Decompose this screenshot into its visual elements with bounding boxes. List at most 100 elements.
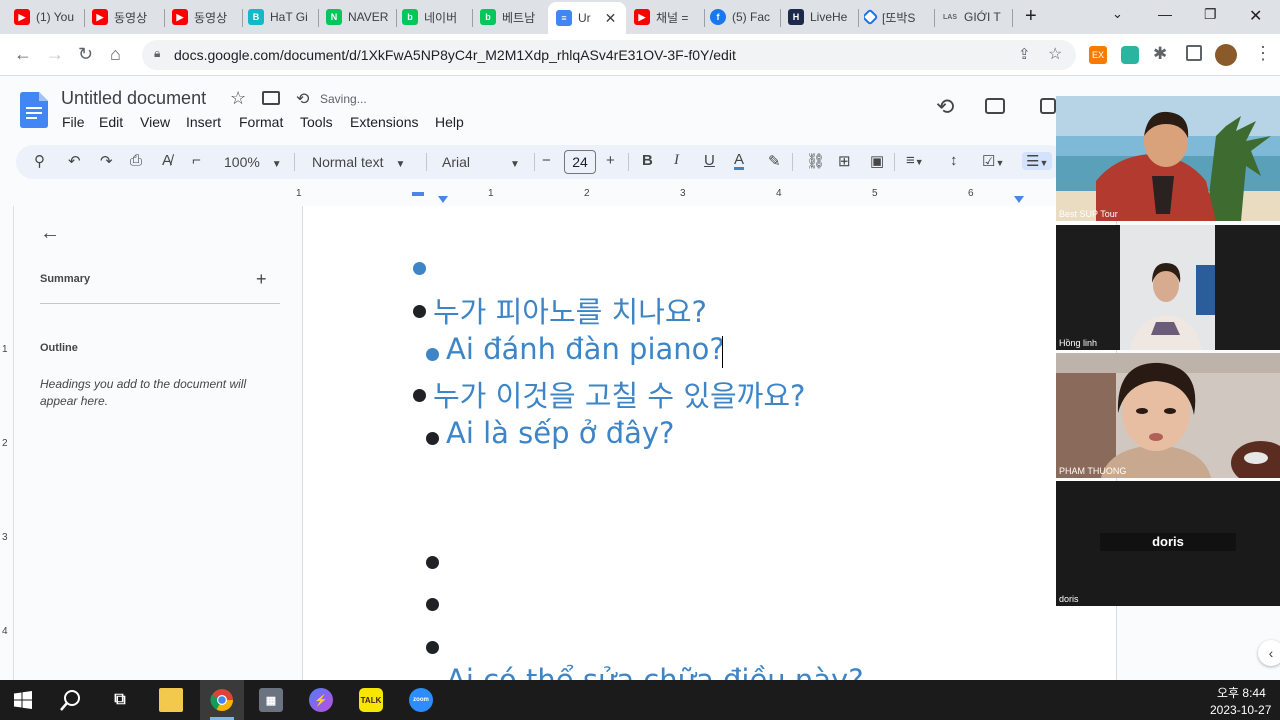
- zoom-select[interactable]: 100% ▼: [224, 154, 282, 170]
- clock-time[interactable]: 오후 8:44: [1217, 684, 1266, 701]
- print-icon[interactable]: ⎙: [130, 152, 142, 169]
- document-title[interactable]: Untitled document: [61, 88, 206, 109]
- address-bar[interactable]: 🔒︎ docs.google.com/document/d/1XkFwA5NP8…: [142, 40, 1076, 70]
- line-spacing-icon[interactable]: ↕: [950, 152, 958, 169]
- browser-tab[interactable]: ▶ 동영상: [92, 4, 160, 30]
- style-select[interactable]: Normal text ▼: [312, 154, 405, 170]
- browser-tab[interactable]: N NAVER: [326, 4, 392, 30]
- increase-font-size-button[interactable]: +: [606, 152, 615, 169]
- right-indent-handle[interactable]: [1014, 196, 1024, 203]
- document-line[interactable]: Ai là sếp ở đây?: [446, 416, 674, 450]
- search-icon[interactable]: [60, 689, 82, 711]
- tab-search-icon[interactable]: ⌄: [1112, 6, 1123, 22]
- docs-logo-icon[interactable]: [20, 92, 48, 128]
- browser-tab[interactable]: H LiveHe: [788, 4, 854, 30]
- align-icon[interactable]: ≡▼: [906, 152, 924, 169]
- forward-icon[interactable]: →: [46, 44, 64, 65]
- url-text[interactable]: docs.google.com/document/d/1XkFwA5NP8yC4…: [174, 47, 736, 63]
- close-window-button[interactable]: ✕: [1249, 6, 1262, 26]
- back-icon[interactable]: ←: [14, 44, 32, 65]
- spellcheck-icon[interactable]: A̸: [162, 152, 172, 169]
- messenger-icon[interactable]: ⚡: [309, 688, 333, 712]
- menu-tools[interactable]: Tools: [300, 114, 333, 130]
- document-page[interactable]: 누가 피아노를 치나요? Ai đánh đàn piano? 누가 이것을 고…: [302, 206, 1117, 697]
- paint-format-icon[interactable]: ⌐: [192, 152, 201, 169]
- star-icon[interactable]: ☆: [230, 88, 246, 109]
- browser-tab[interactable]: ▶ 채널 =: [634, 4, 700, 30]
- browser-tab[interactable]: b 네이버: [402, 4, 468, 30]
- menu-extensions[interactable]: Extensions: [350, 114, 418, 130]
- extension-icon[interactable]: [1121, 46, 1139, 64]
- participant-tile[interactable]: doris doris: [1056, 481, 1280, 606]
- close-tab-icon[interactable]: ✕: [605, 10, 617, 27]
- browser-tab-active[interactable]: ≡ Ur ✕: [548, 2, 626, 34]
- menu-insert[interactable]: Insert: [186, 114, 221, 130]
- browser-tab[interactable]: b 베트남: [480, 4, 546, 30]
- share-icon[interactable]: ⇪: [1018, 45, 1031, 63]
- document-line[interactable]: 누가 피아노를 치나요?: [433, 289, 707, 331]
- menu-edit[interactable]: Edit: [99, 114, 123, 130]
- menu-file[interactable]: File: [62, 114, 85, 130]
- side-panel-icon[interactable]: [1186, 45, 1202, 61]
- undo-icon[interactable]: ↶: [68, 152, 81, 170]
- kakaotalk-icon[interactable]: TALK: [359, 688, 383, 712]
- new-tab-button[interactable]: +: [1025, 5, 1037, 28]
- font-size-input[interactable]: 24: [564, 150, 596, 174]
- avatar[interactable]: [1215, 44, 1237, 66]
- underline-icon[interactable]: U: [704, 152, 715, 169]
- add-comment-icon[interactable]: ⊞: [838, 152, 851, 170]
- ruler-number: 4: [776, 188, 782, 199]
- menu-view[interactable]: View: [140, 114, 170, 130]
- document-line[interactable]: Ai đánh đàn piano?: [446, 332, 725, 366]
- move-folder-icon[interactable]: [262, 91, 280, 105]
- browser-tab[interactable]: LAS GIỚI T: [942, 4, 1010, 30]
- chrome-icon[interactable]: [210, 688, 234, 712]
- file-explorer-icon[interactable]: [159, 688, 183, 712]
- italic-icon[interactable]: I: [674, 152, 679, 169]
- bulleted-list-icon[interactable]: ☰▼: [1022, 152, 1053, 170]
- puzzle-icon[interactable]: ✱: [1153, 44, 1167, 64]
- extension-icon[interactable]: EX: [1089, 46, 1107, 64]
- minimize-button[interactable]: —: [1158, 6, 1172, 22]
- clock-date[interactable]: 2023-10-27: [1210, 703, 1271, 717]
- insert-image-icon[interactable]: ▣: [870, 152, 884, 170]
- menu-help[interactable]: Help: [435, 114, 464, 130]
- menu-format[interactable]: Format: [239, 114, 283, 130]
- search-menus-icon[interactable]: ⚲: [34, 152, 45, 170]
- highlight-icon[interactable]: ✎: [768, 152, 781, 170]
- browser-tab[interactable]: [또박S: [864, 4, 930, 30]
- chevron-down-icon: ▼: [510, 159, 520, 170]
- participant-tile[interactable]: Best SUP Tour: [1056, 96, 1280, 221]
- close-outline-icon[interactable]: ←: [40, 222, 60, 245]
- browser-tab[interactable]: f (5) Fac: [710, 4, 778, 30]
- decrease-font-size-button[interactable]: −: [542, 152, 551, 169]
- add-summary-button[interactable]: +: [256, 269, 267, 290]
- browser-tab[interactable]: ▶ (1) You: [14, 4, 80, 30]
- expand-side-panel-button[interactable]: ‹: [1258, 640, 1280, 666]
- participant-tile[interactable]: Hồng linh: [1056, 225, 1280, 350]
- comments-icon[interactable]: [985, 98, 1005, 114]
- redo-icon[interactable]: ↷: [100, 152, 113, 170]
- star-icon[interactable]: ☆: [1048, 44, 1062, 64]
- text-color-icon[interactable]: A: [734, 152, 745, 170]
- chrome-menu-icon[interactable]: ⋮: [1254, 43, 1272, 64]
- task-view-icon[interactable]: ⧉: [108, 688, 132, 712]
- first-line-indent-handle[interactable]: [412, 192, 424, 196]
- home-icon[interactable]: ⌂: [110, 44, 121, 65]
- left-indent-handle[interactable]: [438, 196, 448, 203]
- document-line[interactable]: 누가 이것을 고칠 수 있을까요?: [433, 373, 805, 415]
- font-select[interactable]: Arial ▼: [442, 154, 520, 170]
- zoom-icon[interactable]: zoom: [409, 688, 433, 712]
- link-icon[interactable]: ⛓: [806, 152, 825, 170]
- windows-start-icon[interactable]: [14, 691, 32, 709]
- restore-button[interactable]: ❐: [1204, 6, 1217, 23]
- browser-tab[interactable]: B HaT Gi: [248, 4, 314, 30]
- browser-tab[interactable]: ▶ 동영상: [172, 4, 238, 30]
- meet-icon[interactable]: [1040, 98, 1056, 114]
- checklist-icon[interactable]: ☑▼: [982, 152, 1004, 170]
- participant-tile[interactable]: PHAM THUONG: [1056, 353, 1280, 478]
- reload-icon[interactable]: ↻: [78, 44, 93, 65]
- bold-icon[interactable]: B: [642, 152, 653, 169]
- version-history-icon[interactable]: ⟲: [936, 94, 954, 120]
- calculator-icon[interactable]: ▦: [259, 688, 283, 712]
